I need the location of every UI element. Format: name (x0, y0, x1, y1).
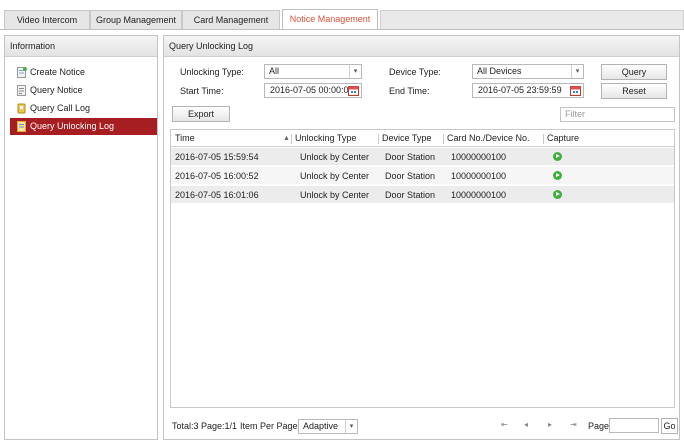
table-header: Time ▲ Unlocking Type Device Type Card N… (171, 130, 674, 147)
cell-time: 2016-07-05 16:01:06 (175, 190, 259, 200)
query-unlocking-log-panel: Query Unlocking Log Unlocking Type: All … (163, 35, 680, 440)
column-divider[interactable] (443, 134, 444, 144)
calendar-icon[interactable] (348, 85, 359, 96)
end-time-field[interactable]: 2016-07-05 23:59:59 (472, 83, 584, 98)
sidebar-item-query-unlocking-log[interactable]: Query Unlocking Log (10, 118, 157, 135)
cell-unlocking-type: Unlock by Center (300, 190, 370, 200)
export-button[interactable]: Export (172, 106, 230, 122)
cell-card-no: 10000000100 (451, 152, 507, 162)
column-header-device-type[interactable]: Device Type (382, 130, 431, 147)
capture-play-icon[interactable] (553, 190, 562, 199)
reset-button[interactable]: Reset (601, 83, 667, 99)
column-header-capture[interactable]: Capture (547, 130, 579, 147)
sidebar-item-label: Query Notice (30, 85, 83, 95)
unlocking-type-label: Unlocking Type: (180, 67, 244, 77)
page-title: Query Unlocking Log (164, 36, 679, 57)
column-header-unlocking-type[interactable]: Unlocking Type (295, 130, 356, 147)
sidebar-item-query-notice[interactable]: Query Notice (10, 82, 157, 99)
filter-input[interactable]: Filter (560, 107, 675, 122)
tab-notice-management[interactable]: Notice Management (282, 9, 378, 30)
cell-device-type: Door Station (385, 152, 436, 162)
create-notice-icon (17, 67, 27, 78)
start-time-label: Start Time: (180, 86, 224, 96)
query-notice-icon (17, 85, 26, 96)
tab-video-intercom[interactable]: Video Intercom (4, 10, 90, 29)
next-page-icon[interactable]: ▸ (548, 420, 552, 429)
tab-card-management[interactable]: Card Management (182, 10, 280, 29)
sidebar-item-label: Query Call Log (30, 103, 91, 113)
capture-play-icon[interactable] (553, 152, 562, 161)
total-count: Total:3 (172, 421, 199, 431)
chevron-down-icon: ▾ (349, 65, 361, 78)
device-type-select[interactable]: All Devices ▾ (472, 64, 584, 79)
chevron-down-icon: ▾ (571, 65, 583, 78)
cell-device-type: Door Station (385, 190, 436, 200)
tab-bar-divider (0, 29, 684, 30)
query-button[interactable]: Query (601, 64, 667, 80)
last-page-icon[interactable]: ⇥ (570, 420, 577, 429)
unlocking-log-table: Time ▲ Unlocking Type Device Type Card N… (170, 129, 675, 408)
cell-device-type: Door Station (385, 171, 436, 181)
column-divider[interactable] (378, 134, 379, 144)
cell-unlocking-type: Unlock by Center (300, 152, 370, 162)
column-divider[interactable] (543, 134, 544, 144)
pagination-bar: Total:3 Page:1/1 Item Per Page: Adaptive… (164, 414, 679, 439)
go-button[interactable]: Go (661, 418, 678, 434)
unlocking-type-select[interactable]: All ▾ (264, 64, 362, 79)
page-indicator: Page:1/1 (201, 421, 238, 431)
sidebar-item-label: Query Unlocking Log (30, 121, 115, 131)
cell-time: 2016-07-05 16:00:52 (175, 171, 259, 181)
tab-group-management[interactable]: Group Management (90, 10, 182, 29)
cell-time: 2016-07-05 15:59:54 (175, 152, 259, 162)
information-panel: Information Create Notice Query Notice Q… (4, 35, 158, 440)
page-jump-label: Page (588, 421, 610, 431)
unlocking-log-icon (17, 121, 26, 132)
end-time-label: End Time: (389, 86, 430, 96)
information-panel-title: Information (5, 36, 157, 57)
page-number-input[interactable] (609, 418, 659, 433)
table-row[interactable]: 2016-07-05 16:00:52 Unlock by Center Doo… (171, 167, 674, 185)
device-type-label: Device Type: (389, 67, 441, 77)
sidebar-item-label: Create Notice (30, 67, 86, 77)
top-tab-bar: Video Intercom Group Management Card Man… (0, 0, 684, 30)
cell-unlocking-type: Unlock by Center (300, 171, 370, 181)
cell-card-no: 10000000100 (451, 171, 507, 181)
chevron-down-icon: ▾ (345, 420, 357, 433)
sidebar-item-query-call-log[interactable]: Query Call Log (10, 100, 157, 117)
sidebar-item-create-notice[interactable]: Create Notice (10, 64, 157, 81)
column-header-time[interactable]: Time (175, 130, 195, 147)
unlocking-type-value: All (269, 66, 280, 76)
column-header-card-no[interactable]: Card No./Device No. (447, 130, 530, 147)
device-type-value: All Devices (477, 66, 522, 76)
items-per-page-value: Adaptive (303, 421, 339, 431)
tab-bar-filler (380, 10, 684, 29)
start-time-field[interactable]: 2016-07-05 00:00:00 (264, 83, 362, 98)
first-page-icon[interactable]: ⇤ (501, 420, 508, 429)
column-divider[interactable] (291, 134, 292, 144)
sort-ascending-icon[interactable]: ▲ (283, 130, 290, 147)
calendar-icon[interactable] (570, 85, 581, 96)
cell-card-no: 10000000100 (451, 190, 507, 200)
call-log-icon (17, 103, 26, 114)
table-row[interactable]: 2016-07-05 16:01:06 Unlock by Center Doo… (171, 186, 674, 204)
previous-page-icon[interactable]: ◂ (524, 420, 528, 429)
end-time-value: 2016-07-05 23:59:59 (478, 85, 562, 95)
table-row[interactable]: 2016-07-05 15:59:54 Unlock by Center Doo… (171, 148, 674, 166)
items-per-page-label: Item Per Page: (240, 421, 301, 431)
items-per-page-select[interactable]: Adaptive ▾ (298, 419, 358, 434)
capture-play-icon[interactable] (553, 171, 562, 180)
start-time-value: 2016-07-05 00:00:00 (270, 85, 354, 95)
